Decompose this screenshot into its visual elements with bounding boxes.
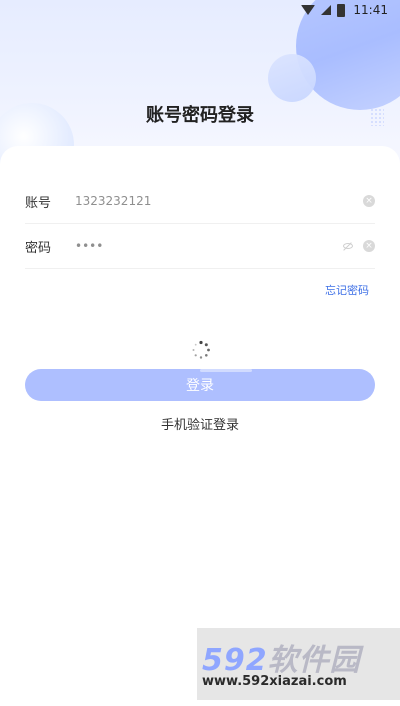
password-controls: × xyxy=(342,240,375,252)
status-time: 11:41 xyxy=(353,3,388,17)
sms-login-link[interactable]: 手机验证登录 xyxy=(0,414,400,433)
clear-icon[interactable]: × xyxy=(363,195,375,207)
wifi-icon xyxy=(301,5,316,15)
status-bar: 11:41 xyxy=(0,0,400,20)
password-field[interactable]: 密码 •••• × xyxy=(25,224,375,269)
clear-icon[interactable]: × xyxy=(363,240,375,252)
account-input[interactable]: 1323232121 xyxy=(75,194,363,208)
page-title: 账号密码登录 xyxy=(146,105,254,126)
login-button[interactable]: 登录 xyxy=(25,369,375,401)
watermark-number: 592 xyxy=(202,643,268,678)
login-button-label: 登录 xyxy=(186,378,214,394)
header-background xyxy=(0,0,400,170)
watermark-url: www.592xiazai.com xyxy=(202,674,347,689)
account-label: 账号 xyxy=(25,195,52,211)
watermark-logo: 592软件园 xyxy=(202,635,361,679)
password-label: 密码 xyxy=(25,240,52,256)
loading-spinner-icon xyxy=(192,340,210,359)
signal-icon xyxy=(321,5,332,15)
account-field[interactable]: 账号 1323232121 × xyxy=(25,179,375,224)
button-highlight xyxy=(200,369,252,372)
battery-icon xyxy=(337,3,346,17)
account-controls: × xyxy=(363,195,375,207)
watermark-logo-text: 软件园 xyxy=(267,643,361,678)
eye-off-icon[interactable] xyxy=(342,240,354,252)
forgot-password-link[interactable]: 忘记密码 xyxy=(325,282,369,298)
decorative-circle xyxy=(268,54,316,102)
watermark: 592软件园 www.592xiazai.com xyxy=(197,628,400,700)
password-input[interactable]: •••• xyxy=(75,239,342,253)
